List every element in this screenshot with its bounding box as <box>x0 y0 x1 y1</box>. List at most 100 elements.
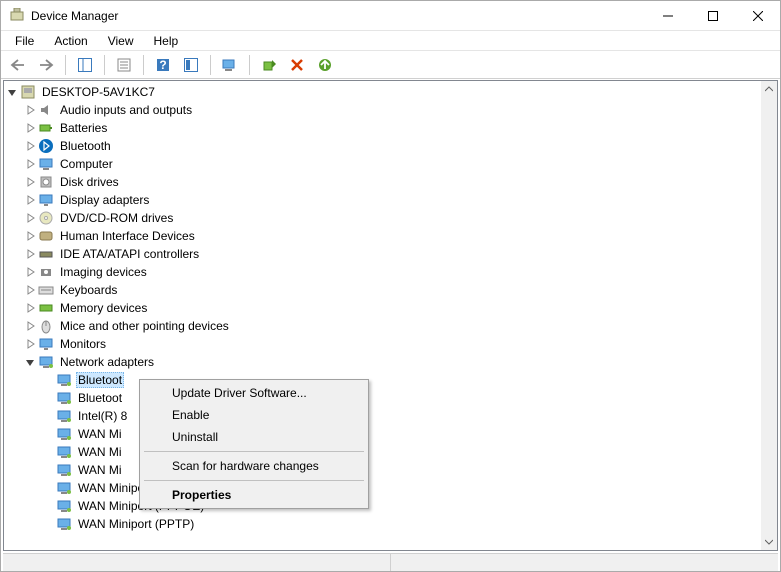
tree-category[interactable]: Memory devices <box>4 299 761 317</box>
tree-expander[interactable] <box>22 318 38 334</box>
ctx-separator <box>144 480 364 481</box>
tree-expander[interactable] <box>22 228 38 244</box>
app-icon <box>9 8 25 24</box>
tree-category[interactable]: Disk drives <box>4 173 761 191</box>
tree-device[interactable]: WAN Mi <box>4 461 761 479</box>
ctx-scan[interactable]: Scan for hardware changes <box>142 455 366 477</box>
tree-category[interactable]: Bluetooth <box>4 137 761 155</box>
help-button[interactable]: ? <box>152 54 174 76</box>
menu-view[interactable]: View <box>100 33 142 49</box>
tree-device[interactable]: Intel(R) 8 <box>4 407 761 425</box>
scan-hardware-button[interactable] <box>219 54 241 76</box>
hid-icon <box>38 228 54 244</box>
computer-icon <box>20 84 36 100</box>
tree-category[interactable]: Batteries <box>4 119 761 137</box>
tree-expander[interactable] <box>22 282 38 298</box>
tree-device[interactable]: WAN Miniport (PPPOE) <box>4 497 761 515</box>
tree-category[interactable]: Imaging devices <box>4 263 761 281</box>
vertical-scrollbar[interactable] <box>761 81 777 550</box>
keyboard-icon <box>38 282 54 298</box>
action-button[interactable] <box>180 54 202 76</box>
properties-button[interactable] <box>113 54 135 76</box>
uninstall-button[interactable] <box>286 54 308 76</box>
tree-category-label: IDE ATA/ATAPI controllers <box>58 247 201 261</box>
tree-expander[interactable] <box>22 138 38 154</box>
close-button[interactable] <box>735 1 780 30</box>
content-pane: DESKTOP-5AV1KC7Audio inputs and outputsB… <box>3 80 778 551</box>
ctx-enable[interactable]: Enable <box>142 404 366 426</box>
tree-device[interactable]: WAN Mi <box>4 443 761 461</box>
tree-category-label: Computer <box>58 157 115 171</box>
tree-category[interactable]: Human Interface Devices <box>4 227 761 245</box>
tree-category[interactable]: DVD/CD-ROM drives <box>4 209 761 227</box>
tree-expander[interactable] <box>22 192 38 208</box>
svg-text:?: ? <box>159 58 166 72</box>
back-button[interactable] <box>7 54 29 76</box>
tree-device[interactable]: Bluetoot <box>4 371 761 389</box>
tree-category[interactable]: Keyboards <box>4 281 761 299</box>
tree-device-label: WAN Miniport (PPTP) <box>76 517 196 531</box>
tree-device-label: Bluetoot <box>76 372 124 388</box>
mouse-icon <box>38 318 54 334</box>
toolbar-separator <box>65 55 66 75</box>
tree-expander[interactable] <box>22 354 38 370</box>
network-icon <box>56 408 72 424</box>
network-icon <box>56 498 72 514</box>
tree-category[interactable]: Monitors <box>4 335 761 353</box>
battery-icon <box>38 120 54 136</box>
tree-device-label: WAN Mi <box>76 445 124 459</box>
scroll-up-button[interactable] <box>761 81 777 97</box>
tree-expander[interactable] <box>22 264 38 280</box>
update-driver-button[interactable] <box>314 54 336 76</box>
tree-device[interactable]: WAN Miniport (Network Monitor) <box>4 479 761 497</box>
tree-expander[interactable] <box>22 210 38 226</box>
menu-action[interactable]: Action <box>46 33 95 49</box>
tree-category[interactable]: Audio inputs and outputs <box>4 101 761 119</box>
tree-expander[interactable] <box>22 120 38 136</box>
toolbar-separator <box>210 55 211 75</box>
device-tree[interactable]: DESKTOP-5AV1KC7Audio inputs and outputsB… <box>4 81 761 550</box>
forward-button[interactable] <box>35 54 57 76</box>
toolbar: ? <box>1 51 780 79</box>
bluetooth-icon <box>38 138 54 154</box>
minimize-button[interactable] <box>645 1 690 30</box>
tree-category-label: DVD/CD-ROM drives <box>58 211 175 225</box>
tree-expander[interactable] <box>22 336 38 352</box>
ide-icon <box>38 246 54 262</box>
tree-category[interactable]: Network adapters <box>4 353 761 371</box>
tree-expander[interactable] <box>22 246 38 262</box>
tree-expander[interactable] <box>22 174 38 190</box>
tree-device[interactable]: WAN Mi <box>4 425 761 443</box>
tree-device[interactable]: WAN Miniport (PPTP) <box>4 515 761 533</box>
maximize-button[interactable] <box>690 1 735 30</box>
network-icon <box>56 480 72 496</box>
menu-file[interactable]: File <box>7 33 42 49</box>
menu-help[interactable]: Help <box>146 33 187 49</box>
tree-category[interactable]: IDE ATA/ATAPI controllers <box>4 245 761 263</box>
disk-icon <box>38 174 54 190</box>
tree-expander[interactable] <box>4 84 20 100</box>
tree-expander[interactable] <box>22 156 38 172</box>
enable-button[interactable] <box>258 54 280 76</box>
tree-category[interactable]: Display adapters <box>4 191 761 209</box>
ctx-properties[interactable]: Properties <box>142 484 366 506</box>
scroll-down-button[interactable] <box>761 534 777 550</box>
tree-expander[interactable] <box>22 102 38 118</box>
ctx-uninstall[interactable]: Uninstall <box>142 426 366 448</box>
tree-root-label: DESKTOP-5AV1KC7 <box>40 85 157 99</box>
titlebar: Device Manager <box>1 1 780 31</box>
show-hide-tree-button[interactable] <box>74 54 96 76</box>
tree-category-label: Bluetooth <box>58 139 113 153</box>
tree-device[interactable]: Bluetoot <box>4 389 761 407</box>
tree-device-label: WAN Mi <box>76 463 124 477</box>
speaker-icon <box>38 102 54 118</box>
tree-category[interactable]: Mice and other pointing devices <box>4 317 761 335</box>
camera-icon <box>38 264 54 280</box>
network-icon <box>38 354 54 370</box>
network-icon <box>56 390 72 406</box>
computer-icon <box>38 156 54 172</box>
tree-expander[interactable] <box>22 300 38 316</box>
ctx-update-driver[interactable]: Update Driver Software... <box>142 382 366 404</box>
tree-category[interactable]: Computer <box>4 155 761 173</box>
tree-root[interactable]: DESKTOP-5AV1KC7 <box>4 83 761 101</box>
